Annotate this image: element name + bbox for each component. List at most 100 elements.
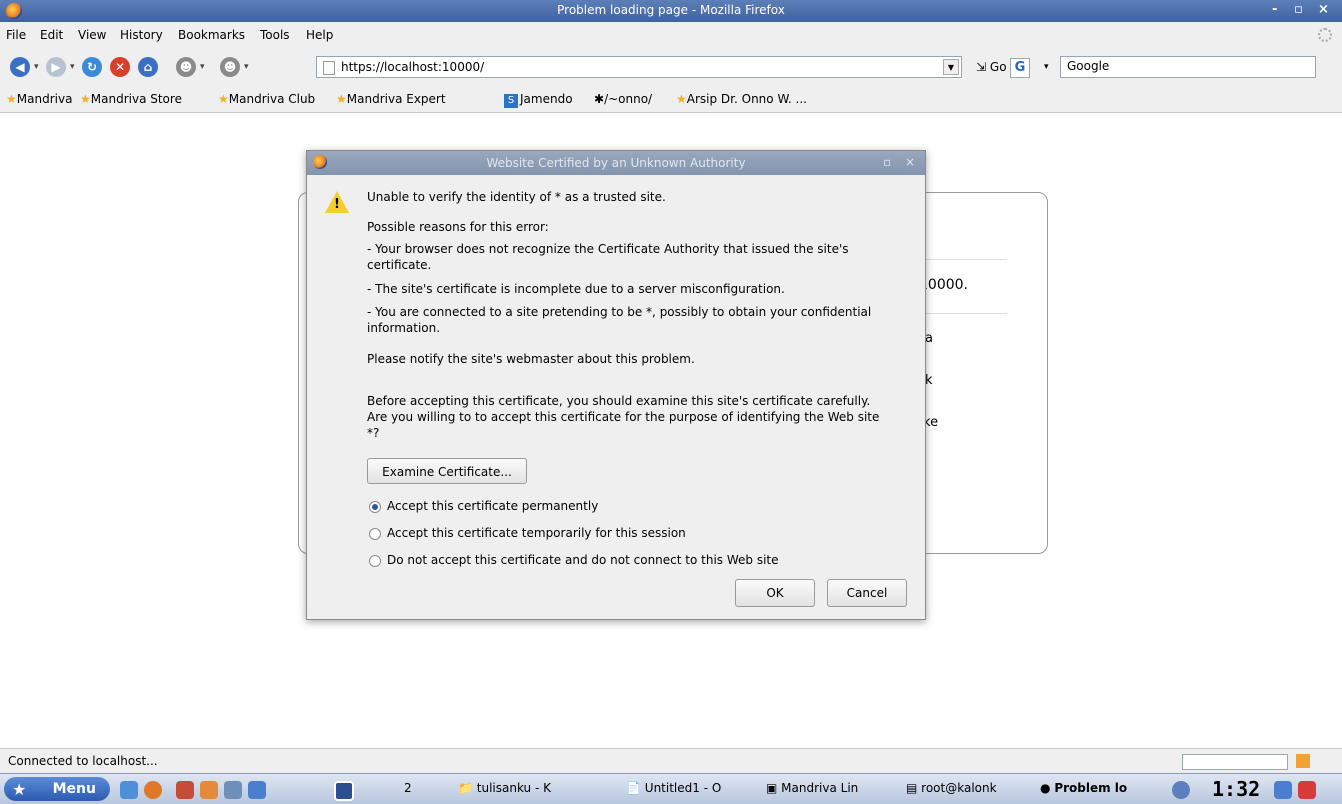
dialog-intro: Unable to verify the identity of * as a … [367,190,666,204]
url-text[interactable]: https://localhost:10000/ [341,60,484,74]
cancel-button[interactable]: Cancel [827,579,907,607]
bookmark-mandriva-expert[interactable]: ★Mandriva Expert [336,92,446,106]
star-icon: ★ [218,92,229,106]
addon-dropdown-icon[interactable]: ▾ [200,62,205,72]
menu-bookmarks[interactable]: Bookmarks [178,28,245,42]
before-text: Before accepting this certificate, you s… [367,394,880,440]
go-button[interactable]: ⇲ Go [976,60,1007,74]
label-do-not-accept[interactable]: Do not accept this certificate and do no… [387,553,779,567]
throbber-icon [1318,28,1332,42]
addon-alien-icon[interactable]: ☻ [176,57,196,77]
radio-accept-temporarily[interactable] [369,528,381,540]
taskbar: ★ Menu 2 📁 tulisanku - K 📄 Untitled1 - O… [0,773,1342,804]
dialog-close-icon[interactable]: × [905,155,915,169]
bookmark-arsip[interactable]: ★Arsip Dr. Onno W. ... [676,92,807,106]
mandriva-icon: ▣ [766,781,778,795]
show-desktop-icon[interactable] [1274,781,1292,799]
firefox-icon: ● [1040,781,1051,795]
window-titlebar: Problem loading page - Mozilla Firefox -… [0,0,1342,22]
task-mandriva-linux[interactable]: ▣ Mandriva Lin [766,781,900,795]
volume-icon[interactable] [1172,781,1190,799]
menu-bar: File Edit View History Bookmarks Tools H… [0,22,1342,48]
page-icon [323,61,335,75]
star-icon: ★ [12,780,27,799]
status-bar: Connected to localhost... [0,748,1342,773]
terminal-icon[interactable] [224,781,242,799]
window-title: Problem loading page - Mozilla Firefox [557,3,785,17]
radio-do-not-accept[interactable] [369,555,381,567]
firefox-launcher-icon[interactable] [144,781,162,799]
warning-mark: ! [334,197,340,212]
progress-meter [1182,754,1288,770]
jamendo-icon: S [504,94,518,108]
star-icon: ★ [676,92,687,106]
examine-certificate-button[interactable]: Examine Certificate... [367,458,527,484]
menu-view[interactable]: View [78,28,106,42]
clock[interactable]: 1:32 [1212,777,1260,801]
menu-tools[interactable]: Tools [260,28,290,42]
star-icon: ★ [6,92,17,106]
dialog-titlebar: Website Certified by an Unknown Authorit… [307,151,925,175]
bookmark-onno[interactable]: ✱/~onno/ [594,92,652,106]
addon-alien-icon-2[interactable]: ☻ [220,57,240,77]
menu-file[interactable]: File [6,28,26,42]
reason-3: - You are connected to a site pretending… [367,305,872,335]
terminal-icon: ▤ [906,781,918,795]
error-fragment-a: a [925,331,933,346]
bookmarks-toolbar: ★Mandriva ★Mandriva Store ★Mandriva Club… [0,86,1342,113]
menu-help[interactable]: Help [306,28,333,42]
radio-accept-permanently[interactable] [369,501,381,513]
addon-dropdown-icon-2[interactable]: ▾ [244,62,249,72]
mandriva-control-icon[interactable] [176,781,194,799]
reason-2: - The site's certificate is incomplete d… [367,282,785,296]
asterisk-icon: ✱ [594,92,605,106]
feed-icon[interactable] [1296,754,1310,768]
go-arrow-icon: ⇲ [976,60,987,74]
label-accept-permanently[interactable]: Accept this certificate permanently [387,499,598,513]
forward-icon[interactable]: ▶ [46,57,66,77]
menu-edit[interactable]: Edit [40,28,63,42]
certificate-dialog: Website Certified by an Unknown Authorit… [306,150,926,620]
search-input[interactable]: Google [1060,56,1316,78]
folder-icon: 📁 [458,781,473,795]
url-bar[interactable]: https://localhost:10000/ ▼ [316,56,962,78]
notify-text: Please notify the site's webmaster about… [367,352,695,366]
task-tulisanku[interactable]: 📁 tulisanku - K [458,781,618,795]
reason-1: - Your browser does not recognize the Ce… [367,242,849,272]
start-menu-label: Menu [52,781,96,797]
desktop-pager[interactable]: 2 [404,781,412,795]
search-engine-dropdown-icon[interactable]: ▾ [1044,62,1049,72]
bookmark-mandriva-store[interactable]: ★Mandriva Store [80,92,182,106]
reload-icon[interactable]: ↻ [82,57,102,77]
label-accept-temporarily[interactable]: Accept this certificate temporarily for … [387,526,686,540]
go-label: Go [989,60,1007,74]
error-fragment-port: 10000. [919,277,968,293]
back-dropdown-icon[interactable]: ▾ [34,62,39,72]
home-folder-icon[interactable] [200,781,218,799]
task-root-terminal[interactable]: ▤ root@kalonk [906,781,1036,795]
start-menu-button[interactable]: ★ Menu [4,777,110,801]
url-dropdown-icon[interactable]: ▼ [943,59,959,75]
document-icon: 📄 [626,781,641,795]
bookmark-jamendo[interactable]: S Jamendo [504,92,573,108]
home-icon[interactable]: ⌂ [138,57,158,77]
close-button[interactable]: × [1318,2,1329,17]
bookmark-mandriva-club[interactable]: ★Mandriva Club [218,92,315,106]
dialog-maximize-icon[interactable]: ▫ [883,155,891,169]
stop-icon[interactable]: ✕ [110,57,130,77]
forward-dropdown-icon[interactable]: ▾ [70,62,75,72]
tray-spacer [1150,781,1168,799]
active-window-icon[interactable] [334,781,354,801]
menu-history[interactable]: History [120,28,163,42]
office-icon[interactable] [248,781,266,799]
launcher-icon[interactable] [120,781,138,799]
bookmark-mandriva[interactable]: ★Mandriva [6,92,72,106]
google-engine-icon[interactable]: G [1010,58,1030,78]
task-untitled1[interactable]: 📄 Untitled1 - O [626,781,762,795]
back-icon[interactable]: ◀ [10,57,30,77]
status-text: Connected to localhost... [8,754,158,768]
logout-icon[interactable] [1298,781,1316,799]
minimize-button[interactable]: - [1272,2,1277,17]
ok-button[interactable]: OK [735,579,815,607]
maximize-button[interactable]: ▫ [1294,2,1303,17]
